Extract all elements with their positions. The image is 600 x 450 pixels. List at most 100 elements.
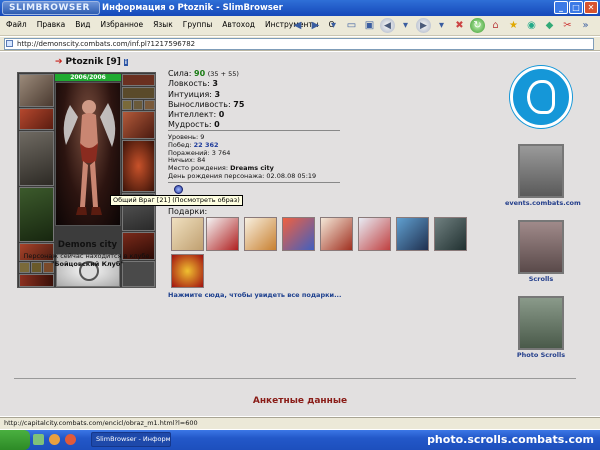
gift-item[interactable]: [244, 217, 277, 251]
profile-head-icon[interactable]: [510, 66, 572, 128]
page-content: ➔ Ptoznik [9] i 2006/2006 Demons city Пе…: [0, 52, 600, 416]
all-gifts-link[interactable]: Нажмите сюда, чтобы увидеть все подарки.…: [168, 291, 341, 299]
shield-slot[interactable]: [122, 140, 155, 192]
stats-block: Сила: 90 (35 + 55) Ловкость: 3 Интуиция:…: [168, 69, 244, 131]
stat-value: 0: [214, 120, 220, 130]
menu-favorites[interactable]: Избранное: [101, 20, 144, 29]
menu-file[interactable]: Файл: [6, 20, 27, 29]
stat-strength: Сила: 90 (35 + 55): [168, 69, 244, 79]
new-window-icon[interactable]: ▣: [362, 18, 377, 33]
club-name: "Бойцовский Клуб": [51, 260, 124, 268]
hp-bar: 2006/2006: [55, 74, 121, 81]
stat-label: Мудрость:: [168, 120, 212, 130]
address-bar: http://demonscity.combats.com/inf.pl?121…: [0, 37, 600, 51]
gift-item[interactable]: [171, 254, 204, 288]
refresh-icon[interactable]: ↻: [470, 18, 485, 33]
item-tooltip: Общий Враг [21] (Посмотреть образ): [110, 195, 243, 206]
desktop-icon[interactable]: [33, 434, 44, 445]
gifts-label: Подарки:: [168, 207, 208, 216]
back-dropdown-icon[interactable]: ▾: [398, 18, 413, 33]
side-promo: [505, 66, 577, 128]
menu-autosurf[interactable]: Автоход: [222, 20, 255, 29]
title-bar: SLIMBROWSER Информация о Ptoznik - SlimB…: [0, 0, 600, 16]
ring-slot[interactable]: [122, 100, 132, 110]
weapon-slot[interactable]: [19, 131, 54, 186]
helmet-slot[interactable]: [19, 74, 54, 107]
events-caption[interactable]: events.combats.com: [505, 199, 581, 207]
ring-slot[interactable]: [133, 100, 143, 110]
stat-intellect: Интеллект: 0: [168, 110, 244, 120]
menu-edit[interactable]: Правка: [37, 20, 66, 29]
gift-item[interactable]: [358, 217, 391, 251]
stat-label: Интеллект:: [168, 110, 217, 120]
stat-intuition: Интуиция: 3: [168, 90, 244, 100]
menu-bar: Файл Правка Вид Избранное Язык Группы Ав…: [0, 16, 600, 36]
taskbar-window-button[interactable]: SlimBrowser - Информ...: [91, 432, 171, 447]
home-icon[interactable]: ⌂: [488, 18, 503, 33]
photo-scrolls-link[interactable]: Photo Scrolls: [505, 296, 577, 359]
tab-left-icon[interactable]: ◀: [290, 18, 305, 33]
stop-icon[interactable]: ✖: [452, 18, 467, 33]
stat-value: 0: [218, 110, 225, 120]
quick-launch: [33, 434, 76, 445]
forward-icon[interactable]: ▶: [416, 18, 431, 33]
menu-view[interactable]: Вид: [75, 20, 90, 29]
section-divider: [14, 378, 576, 379]
tab-right-icon[interactable]: ▶: [308, 18, 323, 33]
gift-item[interactable]: [320, 217, 353, 251]
stat-value: 90: [194, 69, 206, 78]
menu-groups[interactable]: Группы: [183, 20, 213, 29]
start-button[interactable]: [0, 430, 30, 450]
shield-icon[interactable]: ◆: [542, 18, 557, 33]
questionnaire-heading: Анкетные данные: [252, 396, 348, 406]
gift-item[interactable]: [171, 217, 204, 251]
stat-endurance: Выносливость: 75: [168, 100, 244, 110]
character-nick[interactable]: Ptoznik: [66, 57, 104, 67]
more-icon[interactable]: »: [578, 18, 593, 33]
forward-dropdown-icon[interactable]: ▾: [434, 18, 449, 33]
close-button[interactable]: ✕: [584, 1, 598, 14]
group-icon[interactable]: ◉: [524, 18, 539, 33]
photo-caption[interactable]: Photo Scrolls: [505, 351, 577, 359]
info-icon[interactable]: i: [123, 58, 128, 66]
gloves-slot[interactable]: [19, 274, 54, 287]
url-input[interactable]: http://demonscity.combats.com/inf.pl?121…: [4, 38, 594, 50]
armor-slot[interactable]: [19, 187, 54, 242]
gift-item[interactable]: [434, 217, 467, 251]
battle-details: Уровень: 9 Побед: 22 362 Поражений: 3 76…: [168, 133, 317, 181]
ring-slot[interactable]: [144, 100, 155, 110]
gloves-slot[interactable]: [122, 111, 155, 139]
detail-birthday: День рождения персонажа: 02.08.08 05:19: [168, 171, 317, 180]
stat-extra: (35 + 55): [207, 70, 239, 78]
scrolls-link[interactable]: Scrolls: [505, 220, 577, 283]
stat-label: Ловкость:: [168, 79, 210, 89]
events-banner-icon: [518, 144, 564, 198]
maximize-button[interactable]: □: [569, 1, 583, 14]
stat-value: 3: [212, 79, 218, 89]
details-divider: [168, 182, 340, 183]
scrolls-caption[interactable]: Scrolls: [505, 275, 577, 283]
gift-item[interactable]: [282, 217, 315, 251]
earring-slot[interactable]: [122, 74, 155, 86]
back-icon[interactable]: ◀: [380, 18, 395, 33]
tools-icon[interactable]: ✂: [560, 18, 575, 33]
minimize-button[interactable]: _: [554, 1, 568, 14]
browser-logo: SLIMBROWSER: [2, 1, 100, 15]
gift-item[interactable]: [206, 217, 239, 251]
favorites-star-icon[interactable]: ★: [506, 18, 521, 33]
bracer-slot[interactable]: [19, 108, 54, 130]
city-name: Demons city: [57, 240, 118, 250]
tab-list-icon[interactable]: ▾: [326, 18, 341, 33]
new-tab-icon[interactable]: ▭: [344, 18, 359, 33]
browser-icon[interactable]: [49, 434, 60, 445]
media-icon[interactable]: [65, 434, 76, 445]
amulet-slot[interactable]: [122, 87, 155, 99]
gift-item[interactable]: [396, 217, 429, 251]
character-name: ➔ Ptoznik [9] i: [55, 57, 128, 67]
menu-language[interactable]: Язык: [153, 20, 173, 29]
club-line: Персонаж сейчас находится в клубе.: [23, 252, 152, 260]
toolbar: ◀ ▶ ▾ ▭ ▣ ◀ ▾ ▶ ▾ ✖ ↻ ⌂ ★ ◉ ◆ ✂ »: [290, 18, 593, 33]
group-icon[interactable]: [174, 185, 183, 194]
status-bar: http://capitalcity.combats.com/encicl/ob…: [0, 417, 600, 429]
events-link[interactable]: events.combats.com: [505, 144, 581, 207]
